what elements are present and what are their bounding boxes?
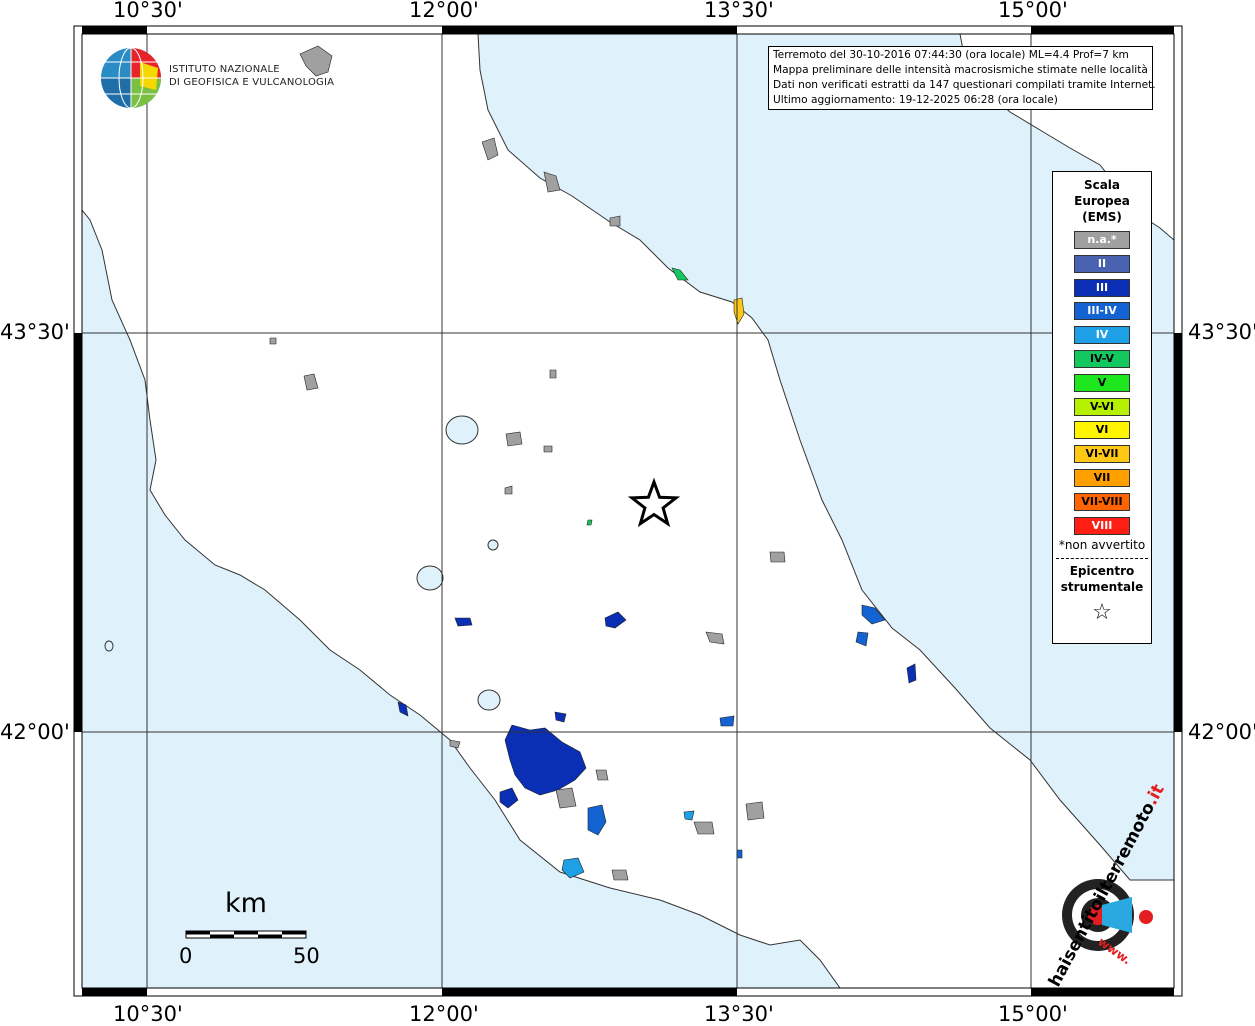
ingv-line-1: ISTITUTO NAZIONALE xyxy=(169,64,280,75)
lat-label-right-1: 43°30' xyxy=(1188,320,1255,344)
legend-item-6: V xyxy=(1074,373,1130,392)
scale-bar-start: 0 xyxy=(179,944,193,968)
legend-item-0: n.a.* xyxy=(1074,231,1130,249)
legend-epicenter-label: Epicentro strumentale xyxy=(1053,563,1151,595)
lake-trasimeno xyxy=(445,415,479,445)
ingv-line-2: DI GEOFISICA E VULCANOLOGIA xyxy=(169,77,335,88)
legend-item-3: III-IV xyxy=(1074,302,1130,321)
ems-legend: Scala Europea (EMS) n.a.* II III III-IV IV IV… xyxy=(1052,171,1152,644)
legend-title-line-3: (EMS) xyxy=(1082,210,1122,224)
scale-bar-end: 50 xyxy=(293,944,320,968)
legend-note: *non avvertito xyxy=(1058,538,1146,553)
legend-item-7: V-VI xyxy=(1074,397,1130,416)
lon-label-bottom-2: 12°00' xyxy=(409,1002,479,1026)
legend-item-1: II xyxy=(1074,254,1130,273)
lon-label-top-4: 15°00' xyxy=(998,0,1068,22)
ingv-logo-globe xyxy=(101,47,161,109)
lat-label-right-2: 42°00' xyxy=(1188,720,1255,744)
event-info-box: Terremoto del 30-10-2016 07:44:30 (ora l… xyxy=(768,46,1156,110)
legend-item-8: VI xyxy=(1074,421,1130,440)
lon-label-top-2: 12°00' xyxy=(409,0,479,22)
lon-label-bottom-3: 13°30' xyxy=(704,1002,774,1026)
lat-label-left-1: 43°30' xyxy=(0,320,70,344)
legend-epicenter-line-2: strumentale xyxy=(1060,580,1144,595)
legend-item-4: IV xyxy=(1074,326,1130,345)
data-source-line: Dati non verificati estratti da 147 ques… xyxy=(773,79,1156,91)
lon-label-top-3: 13°30' xyxy=(704,0,774,22)
island-giglio xyxy=(104,640,114,652)
legend-title-line-2: Europea xyxy=(1074,194,1130,208)
lake-bracciano xyxy=(477,689,501,711)
last-update-line: Ultimo aggiornamento: 19-12-2025 06:28 (… xyxy=(773,94,1058,106)
legend-items: n.a.* II III III-IV IV IV-V V V-VI VI VI-VII VII VI… xyxy=(1053,231,1151,535)
legend-epicenter-star-icon: ☆ xyxy=(1092,600,1112,626)
legend-title: Scala Europea (EMS) xyxy=(1053,177,1151,225)
lon-label-bottom-4: 15°00' xyxy=(998,1002,1068,1026)
legend-separator xyxy=(1056,558,1148,560)
legend-item-2: III xyxy=(1074,278,1130,297)
lon-label-bottom-1: 10°30' xyxy=(113,1002,183,1026)
legend-item-11: VII-VIII xyxy=(1074,492,1130,511)
ingv-institute-name: ISTITUTO NAZIONALE DI GEOFISICA E VULCAN… xyxy=(169,63,334,89)
legend-item-10: VII xyxy=(1074,468,1130,487)
lake-small xyxy=(487,539,499,551)
legend-title-line-1: Scala xyxy=(1083,178,1121,192)
scale-bar-unit: km xyxy=(225,888,267,919)
legend-epicenter-line-1: Epicentro xyxy=(1069,564,1135,579)
lat-label-left-2: 42°00' xyxy=(0,720,70,744)
event-title-line: Terremoto del 30-10-2016 07:44:30 (ora l… xyxy=(773,49,1129,61)
map-description-line: Mappa preliminare delle intensità macros… xyxy=(773,64,1148,76)
legend-item-5: IV-V xyxy=(1074,349,1130,368)
scale-bar xyxy=(185,930,307,939)
lon-label-top-1: 10°30' xyxy=(113,0,183,22)
legend-item-12: VIII xyxy=(1074,516,1130,535)
legend-item-9: VI-VII xyxy=(1074,445,1130,464)
lake-bolsena xyxy=(416,565,444,591)
